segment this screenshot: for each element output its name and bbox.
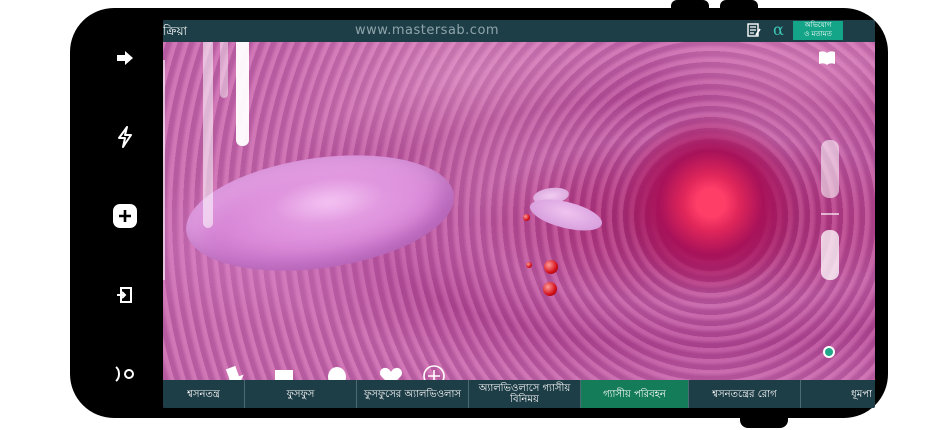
feedback-label-line1: অভিযোগ — [804, 21, 832, 29]
oxygen-particle — [543, 282, 557, 296]
tab-respiratory-diseases[interactable]: শ্বসনতন্ত্রের রোগ — [689, 380, 801, 408]
tab-gas-transport[interactable]: গ্যাসীয় পরিবহন — [581, 380, 689, 408]
topic-tab-bar: শ্বসনতন্ত্র ফুসফুস ফুসফুসের অ্যালভিওলাস … — [163, 380, 875, 408]
page-title: ক্রিয়া — [163, 24, 188, 38]
book-icon[interactable] — [818, 50, 836, 66]
watermark-text: www.mastersab.com — [355, 23, 500, 38]
left-control-rail — [95, 40, 155, 392]
viewport-edge-marker — [163, 60, 165, 280]
volume-up-button[interactable] — [671, 0, 709, 16]
arrow-right-icon[interactable] — [107, 40, 143, 76]
simulation-viewport[interactable]: ক্রিয়া www.mastersab.com α অভিযোগ ও মতা… — [163, 20, 875, 408]
zoom-slider-upper[interactable] — [821, 140, 839, 198]
zoom-slider-lower[interactable] — [821, 230, 839, 280]
feedback-button[interactable]: অভিযোগ ও মতামত — [793, 21, 843, 40]
power-button[interactable] — [740, 416, 788, 428]
status-indicator — [823, 346, 835, 358]
volume-down-button[interactable] — [720, 0, 758, 16]
level-bar-1 — [203, 28, 213, 228]
top-toolbar: ক্রিয়া www.mastersab.com α অভিযোগ ও মতা… — [163, 20, 875, 42]
device-stage: ক্রিয়া www.mastersab.com α অভিযোগ ও মতা… — [0, 0, 932, 430]
level-bar-3 — [236, 28, 249, 146]
tab-respiratory-system[interactable]: শ্বসনতন্ত্র — [163, 380, 245, 408]
cell-highlight — [270, 171, 386, 231]
oxygen-particle — [523, 214, 530, 221]
lightning-icon[interactable] — [107, 119, 143, 155]
plus-icon[interactable] — [107, 198, 143, 234]
tab-lungs[interactable]: ফুসফুস — [245, 380, 357, 408]
slider-divider — [821, 213, 839, 215]
tab-gas-exchange[interactable]: অ্যালভিওলাসে গ্যাসীয় বিনিময় — [469, 380, 581, 408]
feedback-label-line2: ও মতামত — [804, 30, 832, 38]
oxygen-particle — [526, 262, 532, 268]
oxygen-particle — [544, 260, 558, 274]
document-edit-icon[interactable] — [747, 23, 761, 37]
tab-smoking[interactable]: ধূমপা — [801, 380, 875, 408]
toggle-icon[interactable] — [107, 356, 143, 392]
tab-alveoli[interactable]: ফুসফুসের অ্যালভিওলাস — [357, 380, 469, 408]
exit-icon[interactable] — [107, 277, 143, 313]
alpha-icon[interactable]: α — [773, 20, 784, 39]
